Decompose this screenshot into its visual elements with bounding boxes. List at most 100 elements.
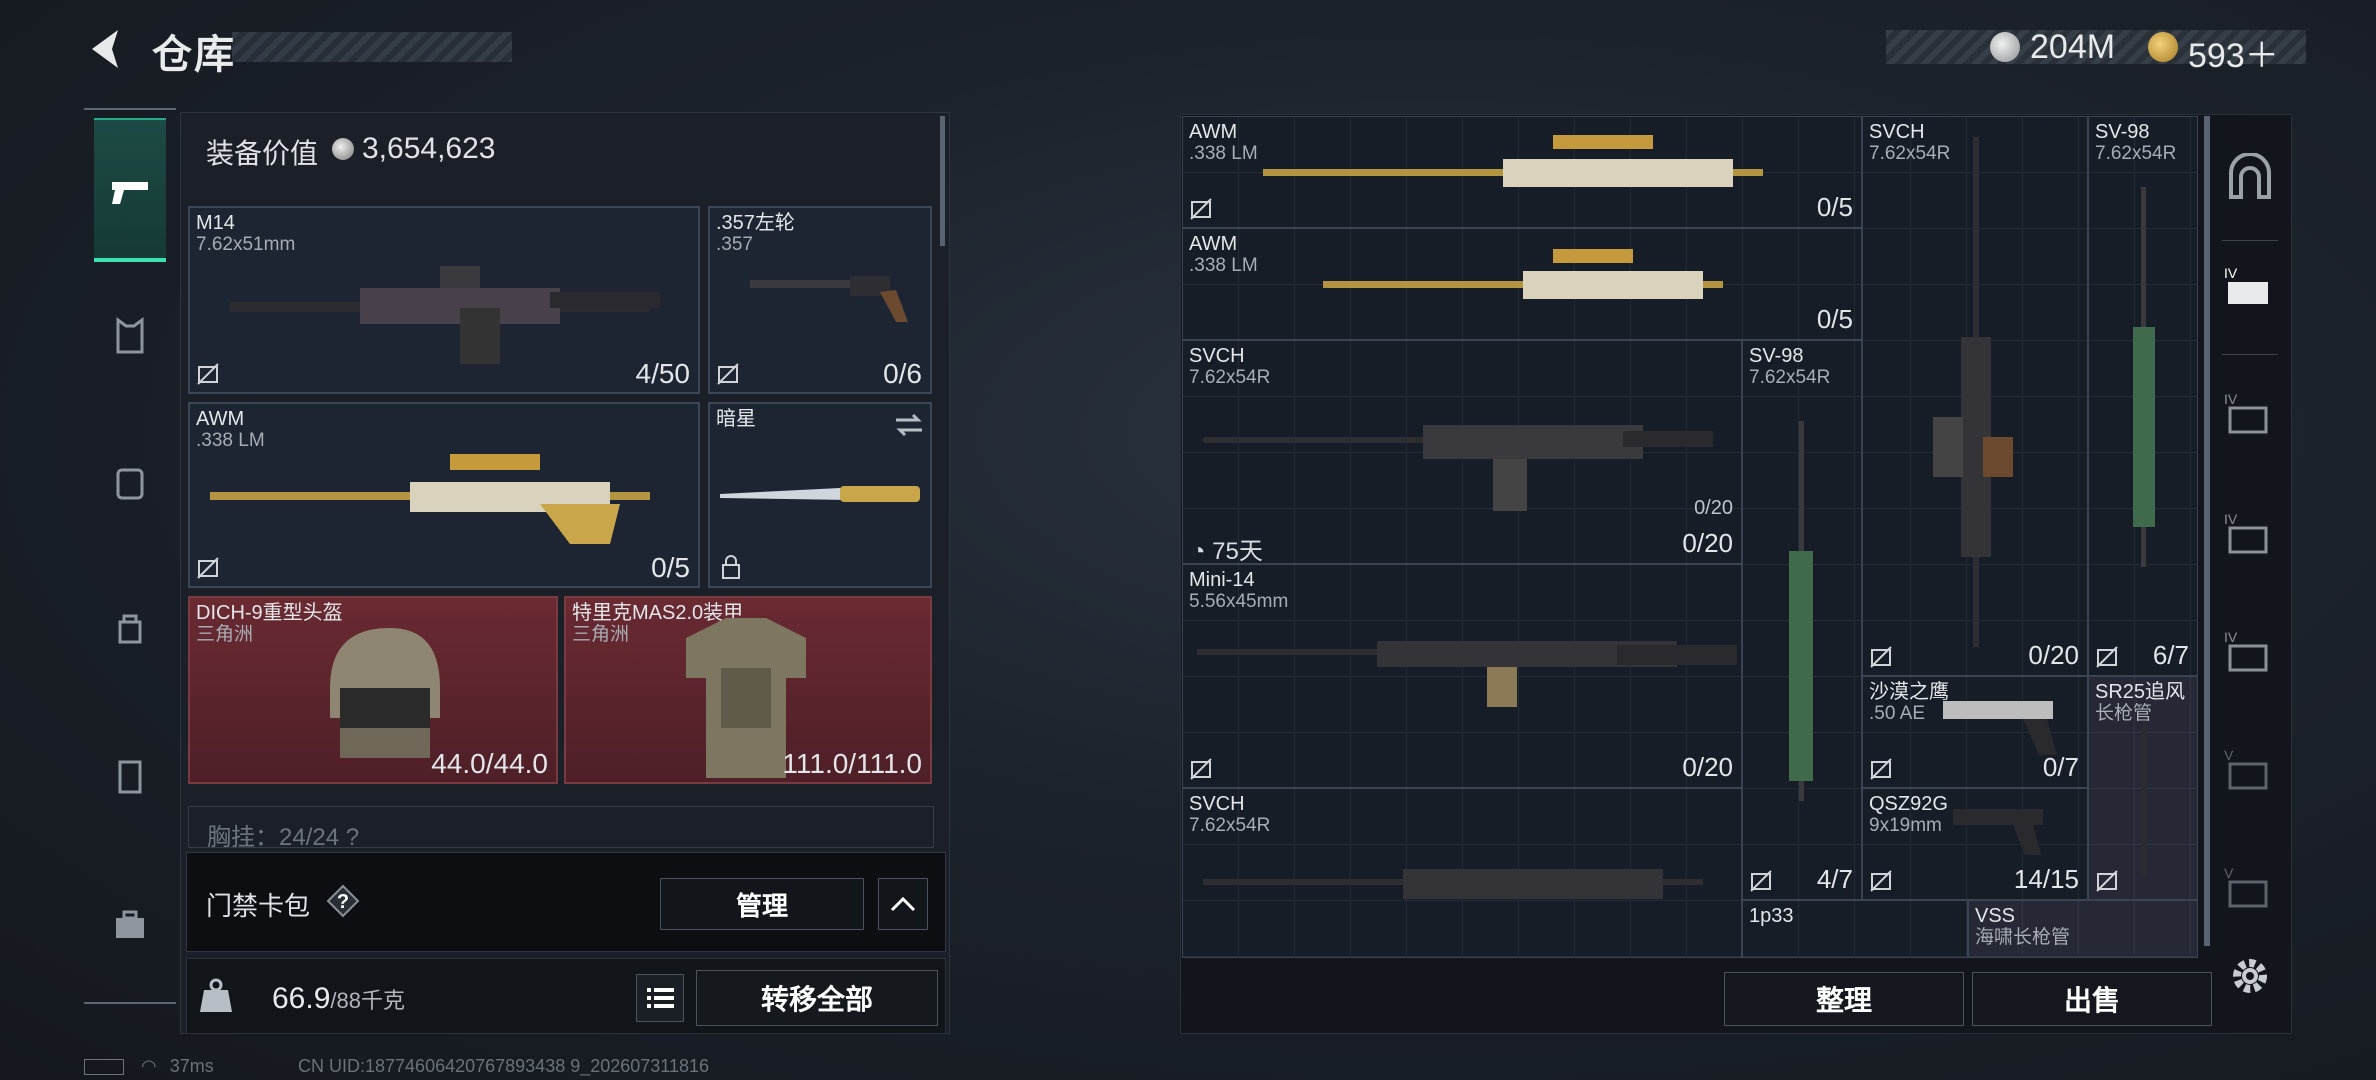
- warehouse-page-6[interactable]: V: [2222, 862, 2278, 918]
- slot-armor[interactable]: 特里克MAS2.0装甲 三角洲 111.0/111.0: [564, 596, 932, 784]
- warehouse-page-1[interactable]: IV: [2222, 262, 2278, 318]
- item-name: 沙漠之鹰: [1869, 681, 1949, 703]
- ping-value: 37ms: [169, 1056, 214, 1076]
- item-caliber: 7.62x54R: [1189, 815, 1271, 836]
- warehouse-grid: AWM .338 LM 0/5 AWM .338 LM 0/5 SVCH 7.6…: [1182, 116, 2198, 958]
- warehouse-page-5[interactable]: V: [2222, 744, 2278, 800]
- no-insurance-icon: [717, 363, 739, 385]
- ammo-count: 0/5: [1816, 304, 1853, 334]
- swap-icon[interactable]: [894, 412, 924, 438]
- shelf-icon: IV: [2224, 265, 2268, 304]
- transfer-all-button[interactable]: 转移全部: [696, 970, 938, 1026]
- sort-button[interactable]: 整理: [1724, 972, 1964, 1026]
- warehouse-page-3[interactable]: IV: [2222, 508, 2278, 564]
- sell-button[interactable]: 出售: [1972, 972, 2212, 1026]
- warehouse-item[interactable]: Mini-14 5.56x45mm 0/20: [1182, 564, 1742, 788]
- rail-tab-case[interactable]: [94, 740, 166, 812]
- item-caliber: .338 LM: [1189, 255, 1258, 276]
- awm-rifle-image: [1323, 249, 1723, 299]
- settings-button[interactable]: [2222, 948, 2278, 1004]
- svg-text:IV: IV: [2224, 629, 2238, 645]
- ammo-count: 0/7: [2042, 752, 2079, 782]
- awm-rifle-image: [210, 454, 650, 544]
- rail-tab-pouch[interactable]: [94, 592, 166, 664]
- item-name: AWM: [1189, 121, 1238, 143]
- warehouse-item[interactable]: SV-98 7.62x54R 6/7: [2088, 116, 2198, 676]
- svg-text:V: V: [2224, 865, 2234, 881]
- back-button[interactable]: [82, 24, 132, 74]
- status-bar: ◠ 37ms: [84, 1056, 214, 1077]
- slot-secondary-weapon[interactable]: .357左轮 .357 0/6: [708, 206, 932, 394]
- currency-gold[interactable]: 593＋: [2188, 28, 2279, 77]
- ammo-count: 4/7: [1816, 864, 1853, 894]
- ammo-count: 0/5: [1816, 192, 1853, 222]
- warehouse-item[interactable]: SVCH 7.62x54R ◔ 75天 0/20 0/20: [1182, 340, 1742, 565]
- rail-tab-backpack[interactable]: [94, 446, 166, 518]
- item-name: .357左轮: [716, 212, 795, 234]
- list-icon: [647, 988, 674, 1008]
- arch-icon: [2229, 153, 2271, 199]
- item-name: M14: [196, 212, 235, 234]
- durability: 44.0/44.0: [431, 748, 548, 779]
- m14-rifle-image: [230, 266, 660, 364]
- scrollbar[interactable]: [940, 116, 945, 246]
- no-insurance-icon: [1190, 758, 1212, 780]
- item-name: AWM: [1189, 233, 1238, 255]
- warehouse-page-4[interactable]: IV: [2222, 626, 2278, 682]
- collapse-button[interactable]: [878, 878, 928, 930]
- equipment-value-label: 装备价值: [206, 138, 319, 169]
- clock-icon: ◔: [1191, 538, 1206, 565]
- ammo-count: 0/20: [2028, 640, 2079, 670]
- shelf-icon: V: [2224, 747, 2268, 790]
- shelf-icon: V: [2224, 865, 2268, 908]
- rail-tab-weapons[interactable]: [94, 118, 166, 262]
- slot-helmet[interactable]: DICH-9重型头盔 三角洲 44.0/44.0: [188, 596, 558, 784]
- item-caliber: 7.62x54R: [2095, 143, 2177, 164]
- ammo-count: 14/15: [2013, 864, 2079, 894]
- warehouse-page-2[interactable]: IV: [2222, 388, 2278, 444]
- warehouse-scrollbar[interactable]: [2204, 116, 2210, 946]
- toolbox-icon: [116, 910, 144, 938]
- warehouse-item[interactable]: 1p33: [1742, 900, 1968, 958]
- item-name: SV-98: [2095, 121, 2150, 143]
- svch-rifle-image: [1933, 137, 2013, 647]
- pouch-icon: [118, 614, 142, 644]
- help-button[interactable]: ?: [326, 884, 360, 918]
- ammo-count: 0/6: [883, 358, 922, 389]
- pistol-icon: [112, 182, 148, 204]
- item-name: SVCH: [1189, 793, 1245, 815]
- warehouse-overview-button[interactable]: [2222, 150, 2278, 206]
- slot-primary-weapon[interactable]: M14 7.62x51mm 4/50: [188, 206, 700, 394]
- svch-rifle-image: [1203, 869, 1703, 899]
- revolver-image: [750, 276, 908, 322]
- chevron-up-icon: [890, 896, 916, 912]
- rail-tab-toolbox[interactable]: [94, 888, 166, 960]
- warehouse-item[interactable]: VSS 海啸长枪管: [1968, 900, 2198, 958]
- barrel-image: [2141, 727, 2146, 877]
- gold-coin-icon[interactable]: [2148, 32, 2178, 62]
- no-insurance-icon: [2096, 870, 2118, 892]
- slot-tertiary-weapon[interactable]: AWM .338 LM 0/5: [188, 402, 700, 588]
- slot-melee[interactable]: 暗星: [708, 402, 932, 588]
- item-caliber: 7.62x54R: [1749, 367, 1831, 388]
- item-caliber: 三角洲: [196, 624, 254, 645]
- rail-tab-vest[interactable]: [94, 300, 166, 372]
- item-caliber: 长枪管: [2095, 703, 2153, 724]
- warehouse-item[interactable]: SR25追风 长枪管: [2088, 676, 2198, 900]
- warehouse-item[interactable]: AWM .338 LM 0/5: [1182, 228, 1862, 340]
- manage-button[interactable]: 管理: [660, 878, 864, 930]
- equipment-value: 3,654,623: [362, 132, 496, 165]
- warehouse-item[interactable]: AWM .338 LM 0/5: [1182, 116, 1862, 228]
- list-view-button[interactable]: [636, 974, 684, 1022]
- warehouse-item[interactable]: 沙漠之鹰 .50 AE 0/7: [1862, 676, 2088, 788]
- user-uid: CN UID:18774606420767893438 9_2026073118…: [298, 1056, 710, 1076]
- slot-chest-rig[interactable]: 胸挂：24/24 ?: [188, 806, 934, 848]
- warehouse-item[interactable]: SVCH 7.62x54R: [1182, 788, 1742, 958]
- warehouse-item[interactable]: SV-98 7.62x54R 4/7: [1742, 340, 1862, 900]
- page-title: 仓库: [152, 33, 236, 77]
- awm-rifle-image: [1263, 135, 1763, 187]
- warehouse-item[interactable]: QSZ92G 9x19mm 14/15: [1862, 788, 2088, 900]
- ammo-count: 0/20: [1682, 528, 1733, 558]
- warehouse-item[interactable]: SVCH 7.62x54R 0/20: [1862, 116, 2088, 676]
- item-name: Mini-14: [1189, 569, 1255, 591]
